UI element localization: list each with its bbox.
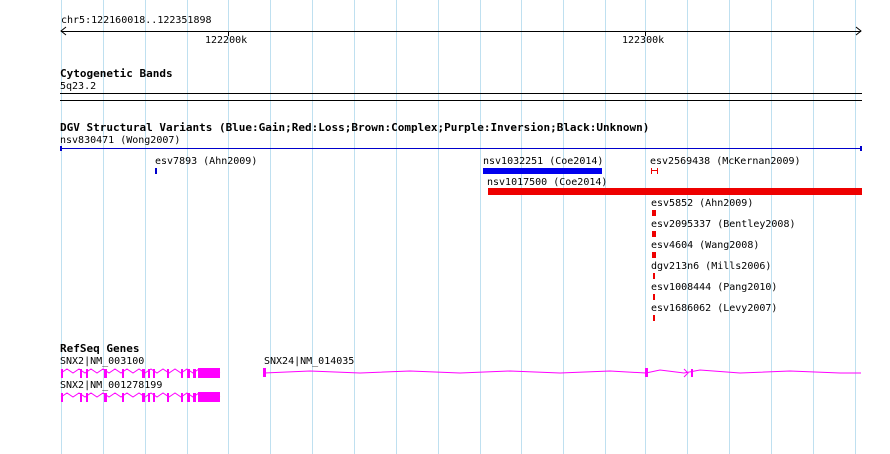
genome-browser-view: chr5:122160018..122351898 122200k 122300… [0, 0, 890, 454]
gene-model-snx2-nm-001278199[interactable] [0, 0, 890, 454]
